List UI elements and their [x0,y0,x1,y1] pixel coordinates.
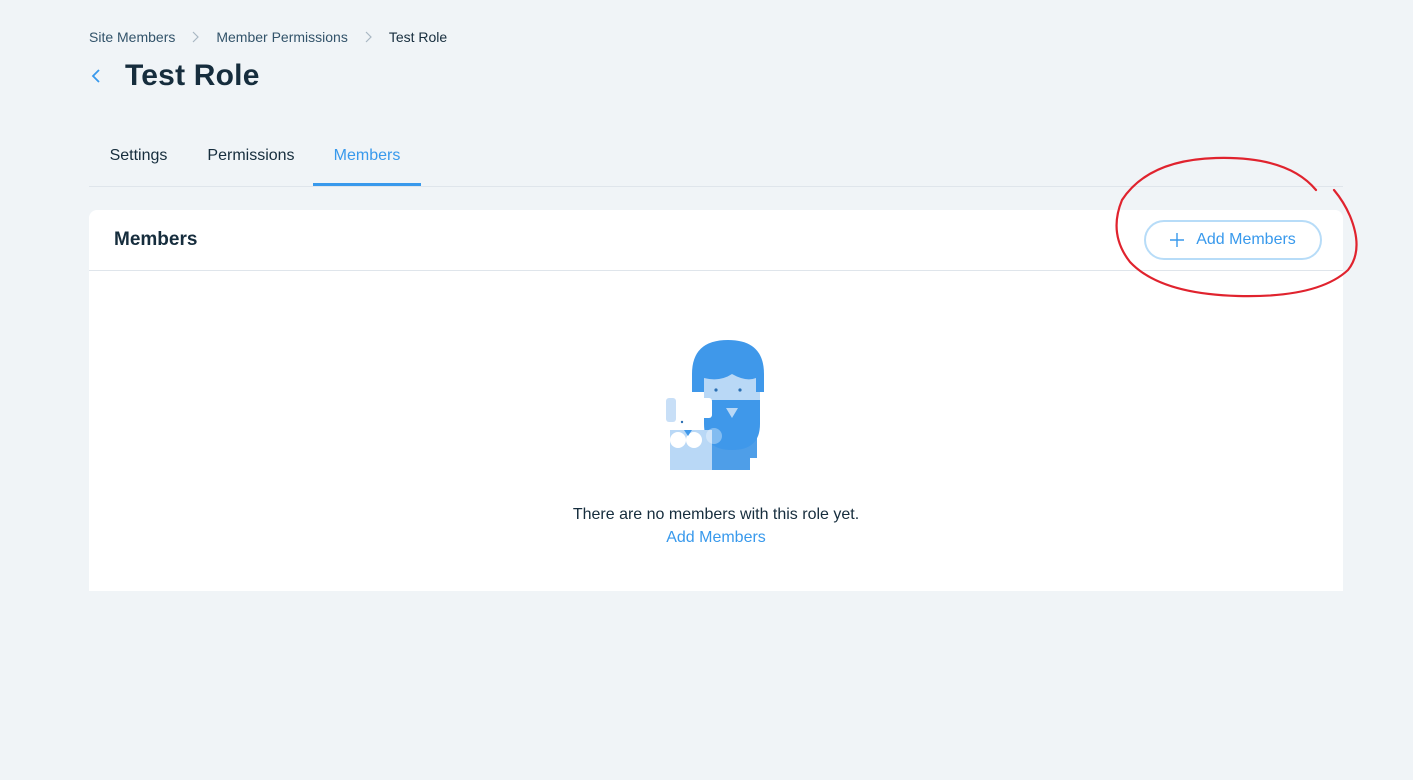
add-members-button[interactable]: Add Members [1144,220,1322,260]
tab-bar: Settings Permissions Members [89,130,1343,187]
members-card-header: Members Add Members [89,210,1343,271]
members-card-title: Members [114,229,198,250]
tab-settings[interactable]: Settings [107,130,170,185]
chevron-right-icon [365,31,372,43]
chevron-left-icon [91,69,100,83]
plus-icon [1170,233,1185,247]
empty-state-message: There are no members with this role yet. [572,506,860,523]
breadcrumb-current: Test Role [388,29,448,45]
empty-state-illustration [666,340,765,470]
tab-members[interactable]: Members [313,130,421,186]
chevron-right-icon [192,31,200,43]
add-members-link[interactable]: Add Members [666,529,766,546]
breadcrumb-member-permissions[interactable]: Member Permissions [216,29,347,45]
page-header: Test Role [89,56,260,96]
add-members-button-label: Add Members [1196,231,1296,248]
breadcrumb: Site Members Member Permissions Test Rol… [89,29,447,45]
page-title: Test Role [125,59,260,92]
tab-permissions[interactable]: Permissions [205,130,297,185]
members-card: Members Add Members There are no members… [89,210,1343,591]
empty-state-link-wrapper: Add Members [89,529,1343,547]
breadcrumb-site-members[interactable]: Site Members [89,29,175,45]
back-button[interactable] [89,56,103,96]
